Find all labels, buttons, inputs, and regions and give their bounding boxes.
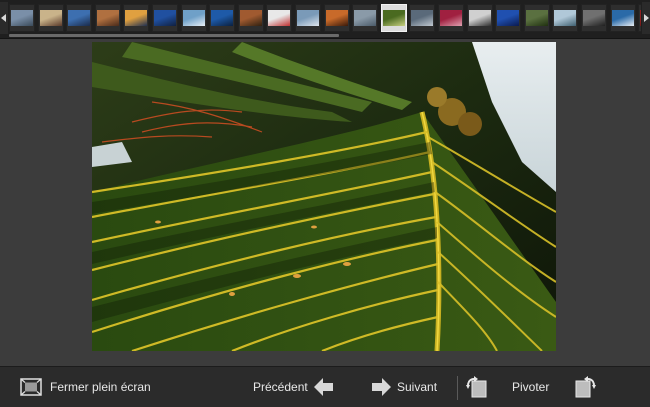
thumbnail[interactable] (295, 4, 321, 32)
rotate-right-button[interactable] (572, 367, 596, 407)
thumbnail-image (211, 10, 233, 26)
previous-label: Précédent (253, 380, 308, 394)
thumbnail[interactable] (266, 4, 292, 32)
filmstrip-scrollbar[interactable] (9, 34, 339, 37)
thumbnail[interactable] (238, 4, 264, 32)
rotate-left-icon (466, 376, 487, 398)
thumbnail[interactable] (181, 4, 207, 32)
thumbnail-image (125, 10, 147, 26)
thumbnail-image (11, 10, 33, 26)
thumbnail-image (354, 10, 376, 26)
thumbnail-image (268, 10, 290, 26)
thumbnail[interactable] (152, 4, 178, 32)
thumbnail-list (9, 4, 641, 34)
scroll-left-arrow[interactable] (0, 2, 8, 34)
toolbar-separator (457, 376, 458, 400)
thumbnail[interactable] (95, 4, 121, 32)
scroll-right-arrow[interactable] (642, 2, 650, 34)
thumbnail[interactable] (324, 4, 350, 32)
previous-button[interactable]: Précédent (253, 367, 334, 407)
thumbnail[interactable] (495, 4, 521, 32)
chevron-right-icon (644, 14, 649, 22)
thumbnail-image (40, 10, 62, 26)
thumbnail[interactable] (610, 4, 636, 32)
thumbnail-image (97, 10, 119, 26)
next-button[interactable]: Suivant (371, 367, 437, 407)
rotate-label: Pivoter (512, 380, 550, 394)
thumbnail-filmstrip (0, 0, 650, 39)
thumbnail-image (411, 10, 433, 26)
exit-fullscreen-label: Fermer plein écran (50, 380, 151, 394)
thumbnail[interactable] (581, 4, 607, 32)
thumbnail-image (612, 10, 634, 26)
rotate-label-item: Pivoter (512, 367, 549, 407)
thumbnail[interactable] (209, 4, 235, 32)
thumbnail-image (583, 10, 605, 26)
thumbnail[interactable] (409, 4, 435, 32)
arrow-left-icon (313, 378, 333, 396)
palm-leaf-image (92, 42, 556, 351)
thumbnail-image (297, 10, 319, 26)
thumbnail-image (640, 10, 641, 26)
bottom-toolbar: Fermer plein écran Précédent Suivant Piv… (0, 366, 650, 407)
thumbnail-image (326, 10, 348, 26)
thumbnail-image (554, 10, 576, 26)
thumbnail[interactable] (9, 4, 35, 32)
thumbnail-image (240, 10, 262, 26)
thumbnail[interactable] (66, 4, 92, 32)
thumbnail-image (440, 10, 462, 26)
thumbnail-image (154, 10, 176, 26)
thumbnail[interactable] (524, 4, 550, 32)
thumbnail-image (383, 10, 405, 26)
rotate-right-icon (575, 376, 596, 398)
thumbnail[interactable] (438, 4, 464, 32)
thumbnail[interactable] (467, 4, 493, 32)
exit-fullscreen-button[interactable]: Fermer plein écran (20, 367, 151, 407)
main-photo (92, 42, 556, 351)
thumbnail[interactable] (638, 4, 641, 32)
arrow-right-icon (372, 378, 391, 396)
chevron-left-icon (1, 14, 6, 22)
thumbnail[interactable] (381, 4, 407, 32)
thumbnail[interactable] (123, 4, 149, 32)
thumbnail-image (526, 10, 548, 26)
thumbnail-image (497, 10, 519, 26)
thumbnail[interactable] (352, 4, 378, 32)
thumbnail-image (68, 10, 90, 26)
next-label: Suivant (397, 380, 438, 394)
rotate-left-button[interactable] (466, 367, 490, 407)
thumbnail-image (469, 10, 491, 26)
thumbnail-image (183, 10, 205, 26)
thumbnail[interactable] (38, 4, 64, 32)
thumbnail[interactable] (552, 4, 578, 32)
exit-fullscreen-icon (20, 378, 42, 396)
